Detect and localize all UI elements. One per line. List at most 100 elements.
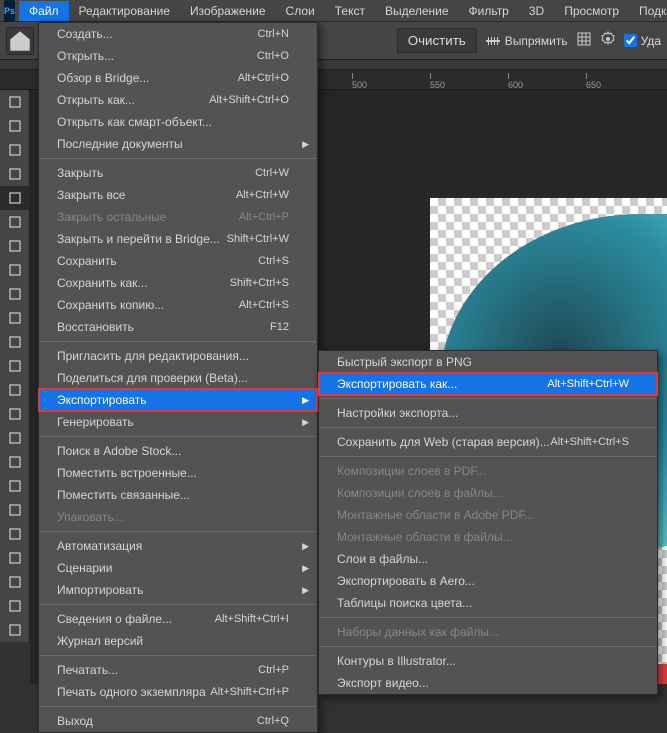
export-menu-item[interactable]: Экспорт видео... [319,672,657,694]
menu-выделение[interactable]: Выделение [375,1,459,21]
menu-item-label: Закрыть все [57,188,236,202]
file-menu-item[interactable]: Сведения о файле...Alt+Shift+Ctrl+I [39,608,317,630]
path-tool-icon[interactable] [0,498,30,522]
menu-текст[interactable]: Текст [325,1,375,21]
menu-просмотр[interactable]: Просмотр [554,1,629,21]
menu-3d[interactable]: 3D [519,1,554,21]
delete-pixels-checkbox[interactable]: Уда [624,34,661,48]
file-menu-item[interactable]: Открыть как смарт-объект... [39,111,317,133]
file-menu-item[interactable]: Автоматизация▶ [39,535,317,557]
marquee-tool-icon[interactable] [0,114,30,138]
menu-изображение[interactable]: Изображение [180,1,276,21]
file-menu-item[interactable]: Печатать...Ctrl+P [39,659,317,681]
export-menu-item: Монтажные области в файлы... [319,526,657,548]
menu-фильтр[interactable]: Фильтр [459,1,519,21]
menu-item-shortcut: F12 [270,321,289,333]
file-menu-item[interactable]: СохранитьCtrl+S [39,250,317,272]
file-menu-item[interactable]: ЗакрытьCtrl+W [39,162,317,184]
rect-tool-icon[interactable] [0,522,30,546]
eraser-tool-icon[interactable] [0,354,30,378]
file-menu-item[interactable]: Создать...Ctrl+N [39,23,317,45]
export-menu-item[interactable]: Контуры в Illustrator... [319,650,657,672]
menu-item-shortcut: Ctrl+N [258,28,289,40]
menu-item-shortcut: Ctrl+W [255,167,289,179]
gear-icon[interactable] [600,31,616,50]
file-menu-item[interactable]: Обзор в Bridge...Alt+Ctrl+O [39,67,317,89]
swap-tool-icon[interactable] [0,594,30,618]
type-tool-icon[interactable] [0,474,30,498]
menu-редактирование[interactable]: Редактирование [69,1,180,21]
brush-tool-icon[interactable] [0,282,30,306]
menu-item-label: Таблицы поиска цвета... [337,596,629,610]
file-menu-item[interactable]: Журнал версий [39,630,317,652]
menu-item-label: Слои в файлы... [337,552,629,566]
file-menu-item[interactable]: Открыть...Ctrl+O [39,45,317,67]
move-tool-icon[interactable] [0,90,30,114]
file-menu-item[interactable]: Экспортировать▶ [39,389,317,411]
file-menu-item[interactable]: ВосстановитьF12 [39,316,317,338]
history-tool-icon[interactable] [0,330,30,354]
file-menu-item[interactable]: Сценарии▶ [39,557,317,579]
menu-item-shortcut: Alt+Shift+Ctrl+P [210,686,289,698]
export-menu-item[interactable]: Быстрый экспорт в PNG [319,351,657,373]
crop-tool-icon[interactable] [0,186,30,210]
pen-tool-icon[interactable] [0,450,30,474]
menu-item-label: Закрыть [57,166,255,180]
menu-item-shortcut: Alt+Ctrl+S [239,299,289,311]
wand-tool-icon[interactable] [0,162,30,186]
file-menu-item[interactable]: Поместить связанные... [39,484,317,506]
zoom-tool-icon[interactable] [0,570,30,594]
file-menu-item[interactable]: Сохранить копию...Alt+Ctrl+S [39,294,317,316]
file-menu-item[interactable]: Поделиться для проверки (Beta)... [39,367,317,389]
blur-tool-icon[interactable] [0,402,30,426]
file-menu-item[interactable]: Последние документы▶ [39,133,317,155]
grid-icon[interactable] [576,31,592,50]
tools-panel [0,90,30,642]
file-menu-item[interactable]: Генерировать▶ [39,411,317,433]
file-menu-separator [40,604,316,605]
file-menu-separator [40,655,316,656]
file-menu-item[interactable]: Поместить встроенные... [39,462,317,484]
gradient-tool-icon[interactable] [0,378,30,402]
export-menu-item[interactable]: Экспортировать как...Alt+Shift+Ctrl+W [319,373,657,395]
dodge-tool-icon[interactable] [0,426,30,450]
menu-слои[interactable]: Слои [276,1,325,21]
menu-item-label: Сохранить как... [57,276,230,290]
patch-tool-icon[interactable] [0,258,30,282]
menu-item-shortcut: Shift+Ctrl+W [227,233,289,245]
straighten-icon[interactable]: Выпрямить [485,33,568,49]
menu-item-label: Поделиться для проверки (Beta)... [57,371,289,385]
file-menu-item[interactable]: Поиск в Adobe Stock... [39,440,317,462]
export-menu-item[interactable]: Настройки экспорта... [319,402,657,424]
stamp-tool-icon[interactable] [0,306,30,330]
file-menu-item[interactable]: Пригласить для редактирования... [39,345,317,367]
menu-item-label: Сохранить копию... [57,298,239,312]
fg-tool-icon[interactable] [0,618,30,642]
menu-item-label: Автоматизация [57,539,289,553]
menu-файл[interactable]: Файл [19,1,69,21]
eyedrop-tool-icon[interactable] [0,234,30,258]
lasso-tool-icon[interactable] [0,138,30,162]
export-menu-item[interactable]: Экспортировать в Aero... [319,570,657,592]
menu-item-label: Экспорт видео... [337,676,629,690]
file-menu-item[interactable]: ВыходCtrl+Q [39,710,317,732]
file-menu-item[interactable]: Печать одного экземпляраAlt+Shift+Ctrl+P [39,681,317,703]
file-menu-item[interactable]: Закрыть всеAlt+Ctrl+W [39,184,317,206]
menu-подключаемые мо[interactable]: Подключаемые мо [629,1,667,21]
frame-tool-icon[interactable] [0,210,30,234]
file-menu-item[interactable]: Сохранить как...Shift+Ctrl+S [39,272,317,294]
export-menu-item[interactable]: Таблицы поиска цвета... [319,592,657,614]
menu-item-label: Наборы данных как файлы... [337,625,629,639]
straighten-label: Выпрямить [505,34,568,48]
hand-tool-icon[interactable] [0,546,30,570]
menu-item-label: Генерировать [57,415,289,429]
clear-button[interactable]: Очистить [397,28,477,53]
export-menu-item[interactable]: Слои в файлы... [319,548,657,570]
export-menu-item[interactable]: Сохранить для Web (старая версия)...Alt+… [319,431,657,453]
submenu-arrow-icon: ▶ [302,139,309,150]
file-menu-item[interactable]: Открыть как...Alt+Shift+Ctrl+O [39,89,317,111]
menubar: Ps ФайлРедактированиеИзображениеСлоиТекс… [0,0,667,22]
file-menu-item[interactable]: Закрыть и перейти в Bridge...Shift+Ctrl+… [39,228,317,250]
home-icon[interactable] [6,27,34,55]
file-menu-item[interactable]: Импортировать▶ [39,579,317,601]
